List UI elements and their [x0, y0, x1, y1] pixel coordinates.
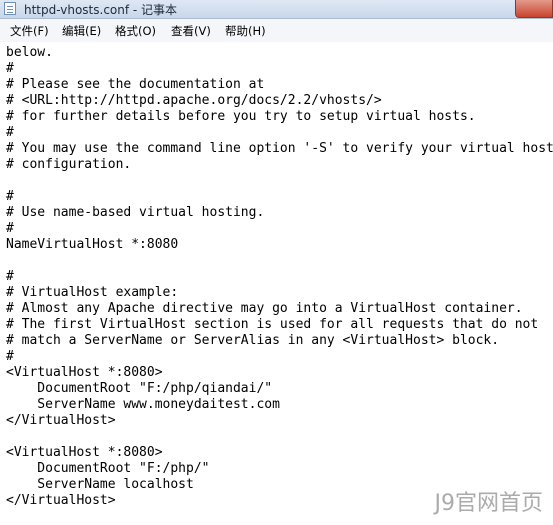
code-line-21: <VirtualHost *:8080> [6, 365, 163, 380]
code-line-18: # The first VirtualHost section is used … [6, 317, 539, 332]
menu-bar: 文件(F) 编辑(E) 格式(O) 查看(V) 帮助(H) [0, 19, 553, 43]
code-line-24: </VirtualHost> [6, 413, 116, 428]
close-button[interactable] [515, 0, 553, 18]
watermark: J9官网首页 [434, 491, 544, 516]
code-line-29: </VirtualHost> [6, 493, 116, 508]
menu-file[interactable]: 文件(F) [10, 23, 49, 39]
menu-view[interactable]: 查看(V) [171, 23, 211, 39]
text-editor[interactable]: below. # # Please see the documentation … [0, 42, 553, 525]
code-line-12: # [6, 221, 14, 236]
code-line-17: # Almost any Apache directive may go int… [6, 301, 523, 316]
code-line-3: # Please see the documentation at [6, 77, 265, 92]
code-line-20: # [6, 349, 14, 364]
menu-format[interactable]: 格式(O) [115, 23, 156, 39]
code-line-28: ServerName localhost [6, 477, 194, 492]
title-bar: httpd-vhosts.conf - 记事本 [0, 0, 553, 19]
code-line-8: # configuration. [6, 157, 132, 172]
code-line-15: # [6, 269, 14, 284]
code-line-22: DocumentRoot "F:/php/qiandai/" [6, 381, 273, 396]
code-line-11: # Use name-based virtual hosting. [6, 205, 265, 220]
code-line-6: # [6, 125, 14, 140]
code-line-26: <VirtualHost *:8080> [6, 445, 163, 460]
code-line-5: # for further details before you try to … [6, 109, 476, 124]
menu-help[interactable]: 帮助(H) [225, 23, 266, 39]
window-title: httpd-vhosts.conf - 记事本 [24, 3, 178, 17]
code-line-13: NameVirtualHost *:8080 [6, 237, 179, 252]
code-line-4: # <URL:http://httpd.apache.org/docs/2.2/… [6, 93, 382, 108]
code-line-19: # match a ServerName or ServerAlias in a… [6, 333, 500, 348]
notepad-window: httpd-vhosts.conf - 记事本 文件(F) 编辑(E) 格式(O… [0, 0, 553, 525]
code-line-1: below. [6, 45, 53, 60]
menu-edit[interactable]: 编辑(E) [62, 23, 101, 39]
code-line-16: # VirtualHost example: [6, 285, 179, 300]
code-line-2: # [6, 61, 14, 76]
code-line-23: ServerName www.moneydaitest.com [6, 397, 280, 412]
code-line-10: # [6, 189, 14, 204]
code-line-7: # You may use the command line option '-… [6, 141, 553, 156]
code-line-27: DocumentRoot "F:/php/" [6, 461, 210, 476]
notepad-icon [4, 2, 16, 15]
